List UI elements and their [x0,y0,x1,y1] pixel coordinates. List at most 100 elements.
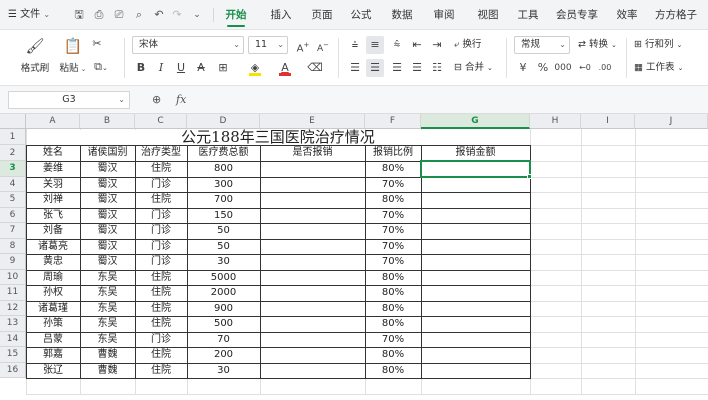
italic-icon[interactable]: I [152,59,170,77]
table-cell[interactable]: 900 [187,301,260,317]
table-cell[interactable]: 300 [187,177,260,193]
justify-icon[interactable]: ☰ [408,59,426,77]
table-cell[interactable]: 50 [187,239,260,255]
table-cell[interactable]: 80% [365,316,421,332]
table-cell[interactable]: 诸葛亮 [26,239,80,255]
row-header-5[interactable]: 5 [0,192,26,208]
table-cell[interactable]: 70% [365,208,421,224]
column-header-I[interactable]: I [581,114,635,129]
row-header-11[interactable]: 11 [0,285,26,301]
table-cell[interactable]: 刘备 [26,223,80,239]
row-header-2[interactable]: 2 [0,145,26,161]
table-cell[interactable]: 30 [187,254,260,270]
row-header-4[interactable]: 4 [0,176,26,192]
bold-icon[interactable]: B [132,59,150,77]
table-cell[interactable] [260,332,365,348]
table-cell[interactable]: 200 [187,347,260,363]
align-top-icon[interactable]: ⩮ [346,36,364,54]
align-left-icon[interactable]: ☰ [346,59,364,77]
table-cell[interactable] [421,363,530,379]
quick-access-more-icon[interactable]: ⌄ [190,8,204,22]
table-cell[interactable]: 姜维 [26,161,80,177]
table-cell[interactable] [421,223,530,239]
increase-font-icon[interactable]: A+ [294,36,312,54]
tab-6[interactable]: 视图 [471,0,505,30]
row-header-6[interactable]: 6 [0,207,26,223]
distributed-icon[interactable]: ☷ [428,59,446,77]
align-center-icon[interactable]: ☰ [366,59,384,77]
row-header-9[interactable]: 9 [0,254,26,270]
table-cell[interactable]: 东吴 [80,285,135,301]
table-cell[interactable]: 门诊 [135,239,187,255]
table-cell[interactable] [260,270,365,286]
column-header-H[interactable]: H [530,114,581,129]
table-cell[interactable]: 70% [365,254,421,270]
row-header-14[interactable]: 14 [0,331,26,347]
table-cell[interactable]: 50 [187,223,260,239]
row-header-12[interactable]: 12 [0,300,26,316]
table-cell[interactable]: 70% [365,332,421,348]
column-header-E[interactable]: E [260,114,365,129]
table-cell[interactable]: 门诊 [135,332,187,348]
table-cell[interactable] [260,254,365,270]
column-header-J[interactable]: J [635,114,708,129]
column-title-cell[interactable]: 报销金额 [421,145,530,161]
zoom-formula-icon[interactable]: ⊕ [152,91,161,109]
table-cell[interactable]: 黄忠 [26,254,80,270]
copy-icon[interactable]: ⧉⌄ [88,58,114,76]
borders-icon[interactable]: ⊞ [214,59,232,77]
table-cell[interactable]: 蜀汉 [80,192,135,208]
row-header-1[interactable]: 1 [0,129,26,145]
table-cell[interactable] [260,316,365,332]
table-cell[interactable]: 70% [365,177,421,193]
tab-5[interactable]: 审阅 [427,0,461,30]
row-header-3[interactable]: 3 [0,161,26,177]
table-cell[interactable]: 80% [365,285,421,301]
table-cell[interactable]: 周瑜 [26,270,80,286]
table-cell[interactable]: 东吴 [80,316,135,332]
table-cell[interactable]: 2000 [187,285,260,301]
align-middle-icon[interactable]: ≡ [366,36,384,54]
table-cell[interactable]: 80% [365,270,421,286]
table-cell[interactable] [421,332,530,348]
table-cell[interactable]: 800 [187,161,260,177]
table-cell[interactable]: 蜀汉 [80,177,135,193]
table-cell[interactable]: 门诊 [135,223,187,239]
table-cell[interactable]: 住院 [135,285,187,301]
align-bottom-icon[interactable]: ⩯ [388,36,406,54]
table-cell[interactable]: 30 [187,363,260,379]
column-header-G[interactable]: G [421,114,530,129]
table-cell[interactable]: 住院 [135,161,187,177]
table-cell[interactable]: 5000 [187,270,260,286]
clear-format-icon[interactable]: ⌫ [306,59,324,77]
column-title-cell[interactable]: 医疗费总额 [187,145,260,161]
row-header-7[interactable]: 7 [0,223,26,239]
formula-input[interactable] [198,91,704,109]
wrap-text-button[interactable]: ⤶ 换行 [454,36,481,54]
table-cell[interactable] [421,347,530,363]
table-cell[interactable] [260,223,365,239]
tab-3[interactable]: 公式 [344,0,378,30]
table-cell[interactable]: 刘禅 [26,192,80,208]
table-cell[interactable] [421,254,530,270]
tab-2[interactable]: 页面 [305,0,339,30]
table-cell[interactable]: 蜀汉 [80,223,135,239]
spreadsheet-grid[interactable]: A B C D E F G H I J 1 2 3 4 5 6 7 8 9 10 11 12 13 14 15 16 公元188年三… [0,114,708,400]
table-cell[interactable]: 80% [365,347,421,363]
percent-icon[interactable]: % [534,59,552,77]
table-cell[interactable] [260,177,365,193]
underline-icon[interactable]: U [172,59,190,77]
align-right-icon[interactable]: ☰ [388,59,406,77]
increase-decimal-icon[interactable]: ←0 [576,59,594,77]
table-cell[interactable] [421,208,530,224]
column-title-cell[interactable]: 治疗类型 [135,145,187,161]
column-header-A[interactable]: A [26,114,80,129]
table-cell[interactable]: 吕蒙 [26,332,80,348]
table-cell[interactable] [260,239,365,255]
cut-icon[interactable]: ✂ [88,35,106,53]
table-cell[interactable]: 蜀汉 [80,254,135,270]
tab-10[interactable]: 方方格子 [647,0,705,30]
redo-icon[interactable]: ↷ [170,8,184,22]
table-cell[interactable] [421,285,530,301]
table-cell[interactable]: 曹魏 [80,363,135,379]
